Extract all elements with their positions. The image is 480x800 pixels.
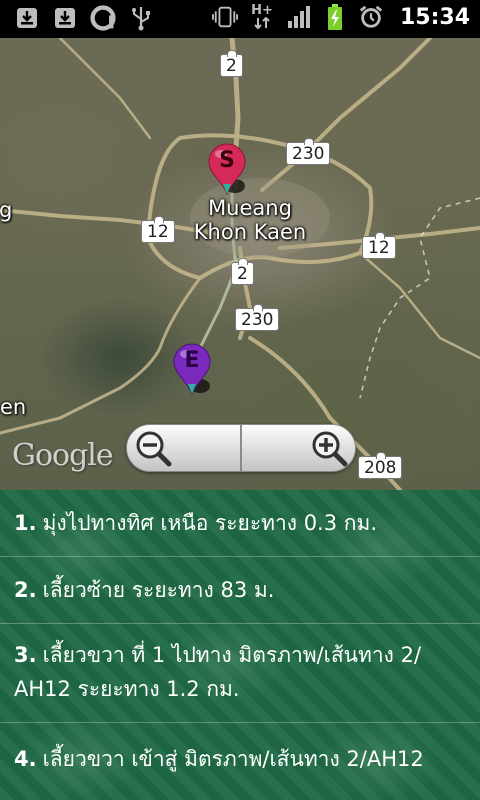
place-label-line2: Khon Kaen <box>193 220 307 244</box>
end-marker[interactable]: E <box>172 342 212 398</box>
step-text-block: 3. เลี้ยวขวา ที่ 1 ไปทาง มิตรภาพ/เส้นทาง … <box>14 638 421 706</box>
system-icons: H+ 15:34 <box>211 4 470 30</box>
zoom-in-icon <box>312 431 348 467</box>
place-label: Mueang Khon Kaen <box>184 196 316 244</box>
place-label-edge: g <box>0 198 13 222</box>
road-shield: 2 <box>220 50 243 77</box>
app-a-icon <box>90 5 116 31</box>
direction-step[interactable]: 4. เลี้ยวขวา เข้าสู่ มิตรภาพ/เส้นทาง 2/A… <box>0 723 480 795</box>
direction-step[interactable]: 3. เลี้ยวขวา ที่ 1 ไปทาง มิตรภาพ/เส้นทาง … <box>0 624 480 722</box>
step-text-line2: AH12 ระยะทาง 1.2 กม. <box>14 677 240 701</box>
road-shield: 230 <box>235 304 280 331</box>
usb-icon <box>128 5 154 31</box>
zoom-control <box>126 424 356 472</box>
step-number: 2. <box>14 578 37 602</box>
notification-icons <box>14 5 154 31</box>
road-shield: 12 <box>362 232 396 259</box>
direction-step[interactable]: 1. มุ่งไปทางทิศ เหนือ ระยะทาง 0.3 กม. <box>0 490 480 556</box>
step-text: เลี้ยวขวา ที่ 1 ไปทาง มิตรภาพ/เส้นทาง 2/ <box>42 643 422 667</box>
road-shield: 230 <box>286 138 331 165</box>
road-shield: 208 <box>358 452 403 479</box>
start-marker[interactable]: S <box>207 142 247 198</box>
download-icon <box>14 5 40 31</box>
step-line1: 3. เลี้ยวขวา ที่ 1 ไปทาง มิตรภาพ/เส้นทาง … <box>14 638 421 672</box>
step-text: เลี้ยวขวา เข้าสู่ มิตรภาพ/เส้นทาง 2/AH12 <box>42 747 424 771</box>
road-shield: 2 <box>231 258 254 285</box>
step-number: 4. <box>14 747 37 771</box>
direction-step[interactable]: 2. เลี้ยวซ้าย ระยะทาง 83 ม. <box>0 557 480 623</box>
step-text: มุ่งไปทางทิศ เหนือ ระยะทาง 0.3 กม. <box>42 511 377 535</box>
end-marker-letter: E <box>184 348 200 373</box>
step-number: 3. <box>14 643 37 667</box>
status-bar: H+ 15:34 <box>0 0 480 38</box>
google-logo: Google <box>12 438 114 473</box>
status-clock: 15:34 <box>399 4 470 30</box>
signal-icon <box>286 4 312 30</box>
place-label-edge: en <box>0 395 27 419</box>
directions-list[interactable]: 1. มุ่งไปทางทิศ เหนือ ระยะทาง 0.3 กม. 2.… <box>0 490 480 800</box>
zoom-in-button[interactable] <box>242 425 355 471</box>
start-marker-letter: S <box>219 148 235 173</box>
battery-charging-icon <box>322 4 348 30</box>
step-number: 1. <box>14 511 37 535</box>
alarm-icon <box>358 4 384 30</box>
road-shield: 12 <box>141 216 175 243</box>
vibrate-icon <box>211 4 238 30</box>
map-view[interactable]: 2 230 12 12 2 230 208 Mueang Khon Kaen g… <box>0 38 480 490</box>
zoom-out-button[interactable] <box>127 425 240 471</box>
network-label: H+ <box>251 3 273 18</box>
network-hplus-icon: H+ <box>248 4 276 30</box>
zoom-out-icon <box>136 431 172 467</box>
step-text: เลี้ยวซ้าย ระยะทาง 83 ม. <box>42 578 275 602</box>
download-icon <box>52 5 78 31</box>
